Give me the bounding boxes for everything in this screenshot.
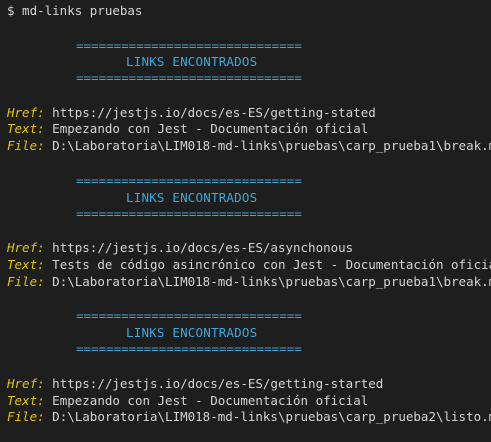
command-line: $ md-links pruebas xyxy=(7,3,143,18)
file-value: D:\Laboratoria\LIM018-md-links\pruebas\c… xyxy=(52,274,491,289)
separator-line: ============================== xyxy=(76,173,302,188)
separator-line: ============================== xyxy=(76,308,302,323)
text-label: Text: xyxy=(7,121,45,136)
href-row: Href: https://jestjs.io/docs/es-ES/async… xyxy=(7,240,353,256)
href-label: Href: xyxy=(7,376,45,391)
file-row: File: D:\Laboratoria\LIM018-md-links\pru… xyxy=(7,138,491,154)
text-row: Text: Empezando con Jest - Documentación… xyxy=(7,121,368,137)
section-heading: LINKS ENCONTRADOS xyxy=(126,54,258,69)
text-row: Text: Empezando con Jest - Documentación… xyxy=(7,393,368,409)
file-row: File: D:\Laboratoria\LIM018-md-links\pru… xyxy=(7,409,491,425)
section-heading: LINKS ENCONTRADOS xyxy=(126,190,258,205)
separator-line: ============================== xyxy=(76,70,302,85)
href-value: https://jestjs.io/docs/es-ES/getting-sta… xyxy=(52,105,376,120)
href-row: Href: https://jestjs.io/docs/es-ES/getti… xyxy=(7,105,376,121)
text-row: Text: Tests de código asincrónico con Je… xyxy=(7,257,491,273)
file-value: D:\Laboratoria\LIM018-md-links\pruebas\c… xyxy=(52,409,491,424)
text-value: Empezando con Jest - Documentación ofici… xyxy=(52,121,369,136)
text-label: Text: xyxy=(7,257,45,272)
separator-line: ============================== xyxy=(76,341,302,356)
text-value: Empezando con Jest - Documentación ofici… xyxy=(52,393,369,408)
file-row: File: D:\Laboratoria\LIM018-md-links\pru… xyxy=(7,274,491,290)
file-value: D:\Laboratoria\LIM018-md-links\pruebas\c… xyxy=(52,138,491,153)
separator-line: ============================== xyxy=(76,38,302,53)
text-label: Text: xyxy=(7,393,45,408)
href-value: https://jestjs.io/docs/es-ES/getting-sta… xyxy=(52,376,384,391)
file-label: File: xyxy=(7,409,45,424)
href-row: Href: https://jestjs.io/docs/es-ES/getti… xyxy=(7,376,383,392)
href-value: https://jestjs.io/docs/es-ES/asynchonous xyxy=(52,240,354,255)
file-label: File: xyxy=(7,138,45,153)
separator-line: ============================== xyxy=(76,206,302,221)
href-label: Href: xyxy=(7,240,45,255)
section-heading: LINKS ENCONTRADOS xyxy=(126,325,258,340)
href-label: Href: xyxy=(7,105,45,120)
text-value: Tests de código asincrónico con Jest - D… xyxy=(52,257,491,272)
file-label: File: xyxy=(7,274,45,289)
